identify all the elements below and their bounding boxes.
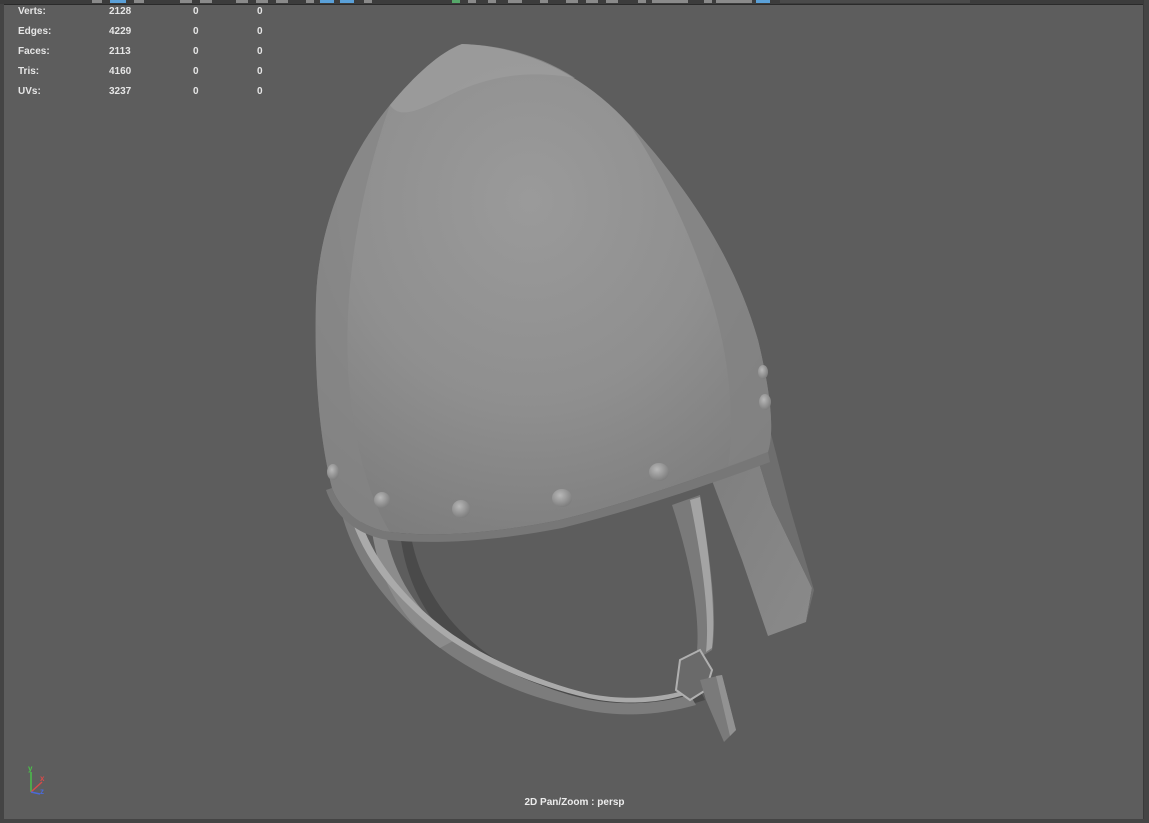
y-axis-label: y xyxy=(28,764,33,773)
z-axis-line xyxy=(30,791,41,795)
rivet xyxy=(649,463,669,481)
z-axis-label: z xyxy=(40,787,44,796)
axis-gizmo: y x z xyxy=(22,764,52,798)
axis-gizmo-icon xyxy=(30,772,43,795)
rivet xyxy=(452,500,470,518)
rivet xyxy=(759,394,771,410)
rivet xyxy=(327,464,339,480)
camera-label: 2D Pan/Zoom : persp xyxy=(524,797,625,808)
rivet xyxy=(374,492,390,508)
helmet-3d-model[interactable] xyxy=(0,0,1149,823)
x-axis-label: x xyxy=(40,774,45,783)
helmet-lining-strap xyxy=(342,510,696,715)
viewport-panel[interactable]: Verts: 2128 0 0 Edges: 4229 0 0 Faces: 2… xyxy=(0,0,1149,823)
rivet xyxy=(552,489,572,507)
rivet xyxy=(758,365,768,379)
